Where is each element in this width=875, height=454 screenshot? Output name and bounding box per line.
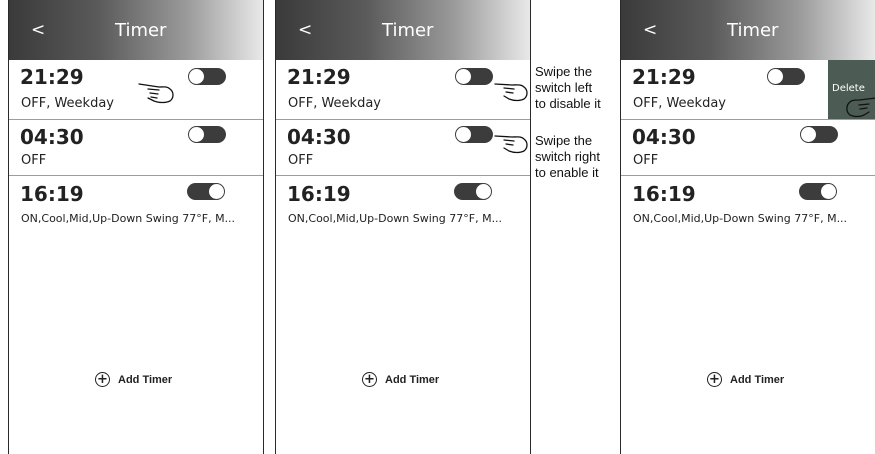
timer-details: OFF	[21, 153, 47, 168]
timer-toggle[interactable]	[799, 183, 837, 200]
annotation-enable: Swipe the switch right to enable it	[535, 133, 600, 181]
toggle-knob	[476, 184, 491, 199]
timer-time: 16:19	[632, 182, 696, 206]
add-circle-icon: +	[362, 372, 377, 387]
timer-time: 04:30	[632, 125, 696, 149]
toggle-knob	[801, 127, 816, 142]
timer-details: OFF, Weekday	[21, 96, 114, 111]
timer-time: 04:30	[20, 125, 84, 149]
timer-time: 21:29	[20, 65, 84, 89]
add-timer-label: Add Timer	[730, 373, 785, 386]
header-bar: < Timer	[621, 0, 875, 60]
back-button[interactable]: <	[298, 20, 312, 40]
timer-details: ON,Cool,Mid,Up-Down Swing 77°F, M...	[288, 212, 503, 225]
timer-row[interactable]: 04:30 OFF	[276, 120, 530, 176]
timer-details: OFF	[633, 153, 659, 168]
timer-row[interactable]: 16:19 ON,Cool,Mid,Up-Down Swing 77°F, M.…	[9, 176, 263, 236]
add-timer-button[interactable]: + Add Timer	[95, 372, 172, 387]
add-timer-label: Add Timer	[118, 373, 173, 386]
page-title: Timer	[727, 20, 779, 41]
hand-pointer-icon	[846, 97, 875, 118]
timer-row[interactable]: 21:29 OFF, Weekday	[9, 60, 263, 120]
timer-row[interactable]: 16:19 ON,Cool,Mid,Up-Down Swing 77°F, M.…	[276, 176, 530, 236]
annotation-line: switch left	[535, 80, 593, 95]
annotation-line: Swipe the	[535, 64, 593, 79]
timer-toggle[interactable]	[454, 183, 492, 200]
timer-toggle[interactable]	[187, 183, 225, 200]
page-title: Timer	[382, 20, 434, 41]
add-circle-icon: +	[95, 372, 110, 387]
timer-details: OFF, Weekday	[288, 96, 381, 111]
back-button[interactable]: <	[643, 20, 657, 40]
annotation-line: Swipe the	[535, 133, 593, 148]
timer-time: 21:29	[632, 65, 696, 89]
delete-button[interactable]: Delete	[828, 60, 875, 119]
timer-details: OFF	[288, 153, 314, 168]
toggle-knob	[821, 184, 836, 199]
timer-screen-2: < Timer 21:29 OFF, Weekday 04:30 OFF 16:…	[275, 0, 531, 454]
timer-row[interactable]: 16:19 ON,Cool,Mid,Up-Down Swing 77°F, M.…	[621, 176, 875, 236]
delete-label: Delete	[832, 83, 865, 94]
timer-toggle[interactable]	[455, 126, 493, 143]
annotation-line: switch right	[535, 149, 601, 164]
annotation-line: to enable it	[535, 165, 599, 180]
toggle-knob	[456, 127, 471, 142]
timer-time: 16:19	[20, 182, 84, 206]
timer-row[interactable]: 21:29 OFF, Weekday	[276, 60, 530, 120]
annotation-line: to disable it	[535, 96, 601, 111]
header-bar: < Timer	[9, 0, 263, 60]
timer-toggle[interactable]	[800, 126, 838, 143]
toggle-knob	[209, 184, 224, 199]
hand-pointer-icon	[138, 83, 174, 104]
timer-details: OFF, Weekday	[633, 96, 726, 111]
timer-time: 16:19	[287, 182, 351, 206]
add-circle-icon: +	[707, 372, 722, 387]
header-bar: < Timer	[276, 0, 530, 60]
timer-toggle[interactable]	[767, 68, 805, 85]
add-timer-button[interactable]: + Add Timer	[707, 372, 784, 387]
timer-screen-3: < Timer 21:29 OFF, Weekday Delete 04:30 …	[620, 0, 875, 454]
timer-screen-1: < Timer 21:29 OFF, Weekday 04:30 OFF 16:…	[8, 0, 264, 454]
add-timer-button[interactable]: + Add Timer	[362, 372, 439, 387]
timer-toggle[interactable]	[188, 126, 226, 143]
toggle-knob	[456, 69, 471, 84]
timer-toggle[interactable]	[188, 68, 226, 85]
timer-toggle[interactable]	[455, 68, 493, 85]
timer-time: 04:30	[287, 125, 351, 149]
toggle-knob	[768, 69, 783, 84]
toggle-knob	[189, 127, 204, 142]
page-title: Timer	[115, 20, 167, 41]
hand-pointer-icon	[494, 83, 528, 102]
timer-details: ON,Cool,Mid,Up-Down Swing 77°F, M...	[21, 212, 236, 225]
add-timer-label: Add Timer	[385, 373, 440, 386]
back-button[interactable]: <	[31, 20, 45, 40]
timer-details: ON,Cool,Mid,Up-Down Swing 77°F, M...	[633, 212, 848, 225]
toggle-knob	[189, 69, 204, 84]
timer-row[interactable]: 04:30 OFF	[9, 120, 263, 176]
hand-pointer-icon	[494, 135, 528, 154]
timer-time: 21:29	[287, 65, 351, 89]
timer-row[interactable]: 04:30 OFF	[621, 120, 875, 176]
annotation-disable: Swipe the switch left to disable it	[535, 64, 601, 112]
